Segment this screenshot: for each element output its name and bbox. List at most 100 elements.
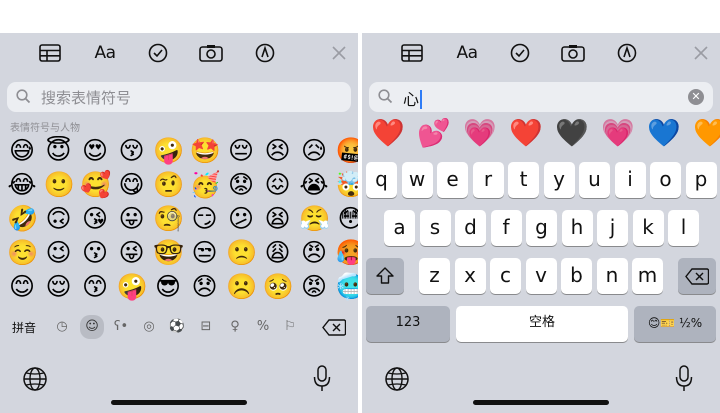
camera-icon[interactable] <box>556 36 590 70</box>
key-r[interactable]: r <box>472 162 504 198</box>
text-format-icon[interactable]: Aa <box>450 36 484 70</box>
flag-icon[interactable]: ⚐ <box>280 317 300 337</box>
emoji-cell[interactable]: 😜 <box>117 238 147 268</box>
emoji-key[interactable]: 😊🎫 ½% <box>634 306 716 342</box>
emoji-cell[interactable]: 😙 <box>80 272 110 302</box>
emoji-cell[interactable]: 😊 <box>7 272 37 302</box>
markup-pen-icon[interactable] <box>248 36 282 70</box>
emoji-cell[interactable]: 😉 <box>44 238 74 268</box>
emoji-cell[interactable]: 😂 <box>7 170 37 200</box>
bear-icon[interactable]: ʕ• <box>111 317 131 337</box>
emoji-cell[interactable]: 😎 <box>153 272 183 302</box>
key-d[interactable]: d <box>455 210 486 246</box>
emoji-cell[interactable]: 😞 <box>190 272 220 302</box>
space-key[interactable]: 空格 <box>456 306 628 342</box>
close-icon[interactable] <box>322 36 356 70</box>
emoji-suggestion[interactable]: 💗 <box>463 119 497 149</box>
checklist-icon[interactable] <box>503 36 537 70</box>
close-icon[interactable] <box>684 36 718 70</box>
key-l[interactable]: l <box>668 210 699 246</box>
emoji-cell[interactable]: ☺️ <box>7 238 38 268</box>
key-b[interactable]: b <box>561 258 592 294</box>
emoji-cell[interactable]: 😩 <box>263 238 293 268</box>
text-format-icon[interactable]: Aa <box>88 36 122 70</box>
emoji-cell[interactable]: 🙂 <box>44 170 75 200</box>
emoji-suggestion[interactable]: 🖤 <box>555 119 589 149</box>
emoji-cell[interactable]: 😤 <box>299 204 330 234</box>
symbols-icon[interactable]: % <box>253 317 273 337</box>
emoji-cell[interactable]: 😗 <box>80 238 110 268</box>
globe-icon[interactable] <box>384 366 410 392</box>
delete-key[interactable] <box>678 258 716 294</box>
shift-key[interactable] <box>366 258 404 294</box>
pinyin-switch-button[interactable]: 拼音 <box>12 319 36 336</box>
emoji-cell[interactable]: 😚 <box>117 136 147 166</box>
emoji-suggestion[interactable]: 💙 <box>647 119 681 149</box>
emoji-cell[interactable]: 😠 <box>299 238 329 268</box>
emoji-cell[interactable]: 😥 <box>299 136 329 166</box>
emoji-cell[interactable]: 😔 <box>226 136 256 166</box>
emoji-cell[interactable]: 🙃 <box>44 204 74 234</box>
emoji-cell[interactable]: 🥺 <box>263 272 294 302</box>
emoji-search-field[interactable]: 心 ✕ <box>369 82 713 112</box>
key-h[interactable]: h <box>561 210 593 246</box>
key-y[interactable]: y <box>543 162 575 198</box>
key-m[interactable]: m <box>632 258 663 294</box>
emoji-cell[interactable]: 😖 <box>263 170 293 200</box>
key-c[interactable]: c <box>490 258 521 294</box>
numbers-key[interactable]: 123 <box>366 306 450 342</box>
emoji-cell[interactable]: 🤪 <box>153 136 184 166</box>
emoji-cell[interactable]: 🤣 <box>7 204 38 234</box>
key-t[interactable]: t <box>508 162 539 198</box>
camera-icon[interactable] <box>194 36 228 70</box>
ball-icon[interactable]: ⚽ <box>167 317 187 337</box>
smiley-icon[interactable]: ☺ <box>80 315 104 339</box>
key-s[interactable]: s <box>419 210 451 246</box>
emoji-suggestion[interactable]: ❤️ <box>371 119 405 149</box>
emoji-cell[interactable]: 😟 <box>226 170 256 200</box>
clear-icon[interactable]: ✕ <box>688 89 704 105</box>
emoji-cell[interactable]: 😭 <box>299 170 329 200</box>
emoji-suggestion[interactable]: 🧡 <box>693 119 720 149</box>
table-icon[interactable] <box>395 36 429 70</box>
globe-icon[interactable] <box>22 366 48 392</box>
key-g[interactable]: g <box>526 210 557 246</box>
checklist-icon[interactable] <box>141 36 175 70</box>
emoji-cell[interactable]: 😛 <box>117 204 147 234</box>
emoji-cell[interactable]: 😇 <box>44 136 74 166</box>
emoji-cell[interactable]: 😳 <box>336 204 358 234</box>
emoji-cell[interactable]: 🤬 <box>336 136 359 166</box>
food-icon[interactable]: ◎ <box>139 317 159 337</box>
emoji-cell[interactable]: 😒 <box>190 238 220 268</box>
key-q[interactable]: q <box>366 162 397 198</box>
clock-icon[interactable]: ◷ <box>52 317 72 337</box>
emoji-cell[interactable]: 🥰 <box>80 170 111 200</box>
key-u[interactable]: u <box>579 162 610 198</box>
key-p[interactable]: p <box>685 162 717 198</box>
car-icon[interactable]: ⊟ <box>196 317 216 337</box>
emoji-cell[interactable]: ☹️ <box>226 272 257 302</box>
emoji-suggestion[interactable]: 💕 <box>417 119 451 149</box>
emoji-cell[interactable]: 🙁 <box>226 238 257 268</box>
emoji-cell[interactable]: 🥵 <box>336 238 359 268</box>
emoji-search-field[interactable]: 搜索表情符号 <box>7 82 351 112</box>
key-k[interactable]: k <box>632 210 664 246</box>
emoji-cell[interactable]: 🥶 <box>336 272 359 302</box>
key-v[interactable]: v <box>525 258 557 294</box>
key-x[interactable]: x <box>454 258 486 294</box>
delete-icon[interactable] <box>322 319 346 336</box>
emoji-cell[interactable]: 😋 <box>117 170 147 200</box>
emoji-cell[interactable]: 😍 <box>80 136 110 166</box>
emoji-cell[interactable]: 😘 <box>80 204 110 234</box>
emoji-cell[interactable]: 🧐 <box>153 204 184 234</box>
bulb-icon[interactable]: ♀ <box>225 317 245 337</box>
emoji-cell[interactable]: 🤩 <box>190 136 221 166</box>
emoji-cell[interactable]: 🤯 <box>336 170 359 200</box>
emoji-cell[interactable]: 😡 <box>299 272 329 302</box>
key-w[interactable]: w <box>401 162 433 198</box>
emoji-cell[interactable]: 😅 <box>7 136 37 166</box>
key-f[interactable]: f <box>490 210 522 246</box>
key-o[interactable]: o <box>650 162 681 198</box>
emoji-cell[interactable]: 😕 <box>226 204 256 234</box>
key-j[interactable]: j <box>597 210 628 246</box>
